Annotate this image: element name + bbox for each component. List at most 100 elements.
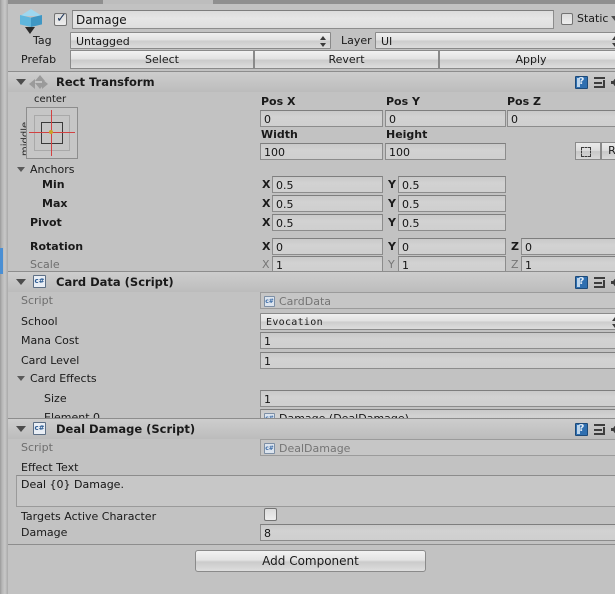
static-label: Static bbox=[577, 12, 609, 25]
gear-icon[interactable] bbox=[611, 76, 615, 89]
school-dropdown[interactable]: Evocation bbox=[260, 313, 615, 330]
min-axis-y-label: Y bbox=[388, 178, 396, 191]
inspector-left-scrollbar[interactable] bbox=[0, 0, 8, 594]
card-level-input[interactable]: 1 bbox=[260, 352, 615, 369]
updown-arrows-icon bbox=[320, 35, 327, 48]
min-axis-x-label: X bbox=[262, 178, 271, 191]
rect-transform-title: Rect Transform bbox=[56, 75, 155, 89]
targets-active-character-checkbox[interactable] bbox=[264, 508, 277, 521]
scrollbar-thumb[interactable] bbox=[0, 248, 3, 274]
deal-damage-title: Deal Damage (Script) bbox=[56, 422, 196, 436]
gear-icon[interactable] bbox=[611, 423, 615, 436]
card-data-script-value: CardData bbox=[279, 295, 331, 308]
damage-label: Damage bbox=[21, 526, 68, 539]
layer-value: UI bbox=[381, 35, 393, 48]
rotation-label: Rotation bbox=[30, 240, 84, 253]
pos-z-label: Pos Z bbox=[507, 95, 541, 108]
pivot-axis-x-label: X bbox=[262, 216, 271, 229]
card-data-script-label: Script bbox=[21, 294, 53, 307]
anchors-label: Anchors bbox=[30, 163, 75, 176]
rot-axis-y-label: Y bbox=[388, 240, 396, 253]
pivot-axis-y-label: Y bbox=[388, 216, 396, 229]
pivot-x-input[interactable]: 0.5 bbox=[272, 214, 383, 231]
card-effects-size-label: Size bbox=[44, 392, 67, 405]
prefab-label: Prefab bbox=[21, 53, 57, 66]
dashed-square-icon bbox=[581, 147, 591, 157]
anchor-min-x-input[interactable]: 0.5 bbox=[272, 176, 383, 193]
height-label: Height bbox=[386, 128, 428, 141]
layer-label: Layer bbox=[341, 34, 372, 47]
preset-icon[interactable] bbox=[594, 423, 607, 436]
card-data-foldout-arrow[interactable] bbox=[16, 279, 26, 285]
static-checkbox[interactable] bbox=[561, 13, 573, 25]
tag-dropdown[interactable]: Untagged bbox=[70, 32, 331, 49]
pos-y-input[interactable]: 0 bbox=[385, 110, 506, 127]
deal-damage-script-label: Script bbox=[21, 441, 53, 454]
scale-axis-z-label: Z bbox=[511, 258, 519, 271]
effect-text-textarea[interactable]: Deal {0} Damage. bbox=[16, 475, 615, 507]
scale-label: Scale bbox=[30, 258, 60, 271]
rect-transform-icon bbox=[29, 75, 53, 91]
tag-value: Untagged bbox=[76, 35, 130, 48]
preset-icon[interactable] bbox=[594, 276, 607, 289]
mana-cost-label: Mana Cost bbox=[21, 334, 79, 347]
card-effects-foldout-arrow[interactable] bbox=[17, 376, 25, 381]
script-asset-icon bbox=[264, 443, 275, 454]
prefab-select-button[interactable]: Select bbox=[70, 50, 254, 69]
gameobject-name-input[interactable]: Damage bbox=[72, 10, 554, 29]
raw-mode-button[interactable]: R bbox=[601, 142, 615, 160]
pos-x-label: Pos X bbox=[261, 95, 296, 108]
card-data-title: Card Data (Script) bbox=[56, 275, 174, 289]
width-label: Width bbox=[261, 128, 298, 141]
pos-y-label: Pos Y bbox=[386, 95, 420, 108]
anchor-min-label: Min bbox=[42, 178, 65, 191]
layer-dropdown[interactable]: UI bbox=[375, 32, 615, 49]
add-component-button[interactable]: Add Component bbox=[195, 550, 426, 572]
deal-damage-foldout-arrow[interactable] bbox=[16, 426, 26, 432]
damage-input[interactable]: 8 bbox=[260, 524, 615, 541]
pivot-y-input[interactable]: 0.5 bbox=[398, 214, 506, 231]
help-icon[interactable] bbox=[575, 275, 588, 289]
targets-active-character-label: Targets Active Character bbox=[21, 510, 157, 523]
gear-icon[interactable] bbox=[611, 276, 615, 289]
help-icon[interactable] bbox=[575, 75, 588, 89]
deal-damage-script-value: DealDamage bbox=[279, 442, 351, 455]
prefab-apply-button[interactable]: Apply bbox=[439, 50, 615, 69]
pivot-label: Pivot bbox=[30, 216, 62, 229]
pos-z-input[interactable]: 0 bbox=[507, 110, 615, 127]
card-level-label: Card Level bbox=[21, 354, 80, 367]
max-axis-y-label: Y bbox=[388, 197, 396, 210]
rot-axis-z-label: Z bbox=[511, 240, 519, 253]
card-effects-label: Card Effects bbox=[30, 372, 97, 385]
width-input[interactable]: 100 bbox=[260, 143, 383, 160]
height-input[interactable]: 100 bbox=[385, 143, 506, 160]
anchor-preset-button[interactable] bbox=[26, 107, 78, 159]
max-axis-x-label: X bbox=[262, 197, 271, 210]
anchor-max-y-input[interactable]: 0.5 bbox=[398, 195, 506, 212]
inspector-pane: ✓ Damage Static Tag Untagged Layer UI Pr… bbox=[8, 4, 615, 594]
static-dropdown-arrow[interactable] bbox=[611, 16, 615, 21]
anchor-max-x-input[interactable]: 0.5 bbox=[272, 195, 383, 212]
preset-icon[interactable] bbox=[594, 76, 607, 89]
rotation-y-input[interactable]: 0 bbox=[398, 238, 506, 255]
gameobject-enabled-checkbox[interactable]: ✓ bbox=[54, 12, 67, 26]
anchors-foldout-arrow[interactable] bbox=[17, 167, 25, 172]
scale-axis-y-label: Y bbox=[388, 258, 395, 271]
prefab-revert-button[interactable]: Revert bbox=[254, 50, 439, 69]
blueprint-mode-button[interactable] bbox=[575, 142, 601, 160]
rotation-x-input[interactable]: 0 bbox=[272, 238, 383, 255]
csharp-script-icon bbox=[33, 275, 46, 288]
tag-label: Tag bbox=[33, 34, 52, 47]
help-icon[interactable] bbox=[575, 422, 588, 436]
prefab-cube-icon[interactable] bbox=[17, 9, 45, 35]
card-effects-size-input[interactable]: 1 bbox=[260, 390, 615, 407]
rot-axis-x-label: X bbox=[262, 240, 271, 253]
script-asset-icon bbox=[264, 296, 275, 307]
anchor-max-label: Max bbox=[42, 197, 68, 210]
rect-transform-foldout-arrow[interactable] bbox=[16, 79, 26, 85]
school-value: Evocation bbox=[266, 317, 323, 328]
rotation-z-input[interactable]: 0 bbox=[521, 238, 615, 255]
pos-x-input[interactable]: 0 bbox=[260, 110, 383, 127]
mana-cost-input[interactable]: 1 bbox=[260, 332, 615, 349]
anchor-min-y-input[interactable]: 0.5 bbox=[398, 176, 506, 193]
